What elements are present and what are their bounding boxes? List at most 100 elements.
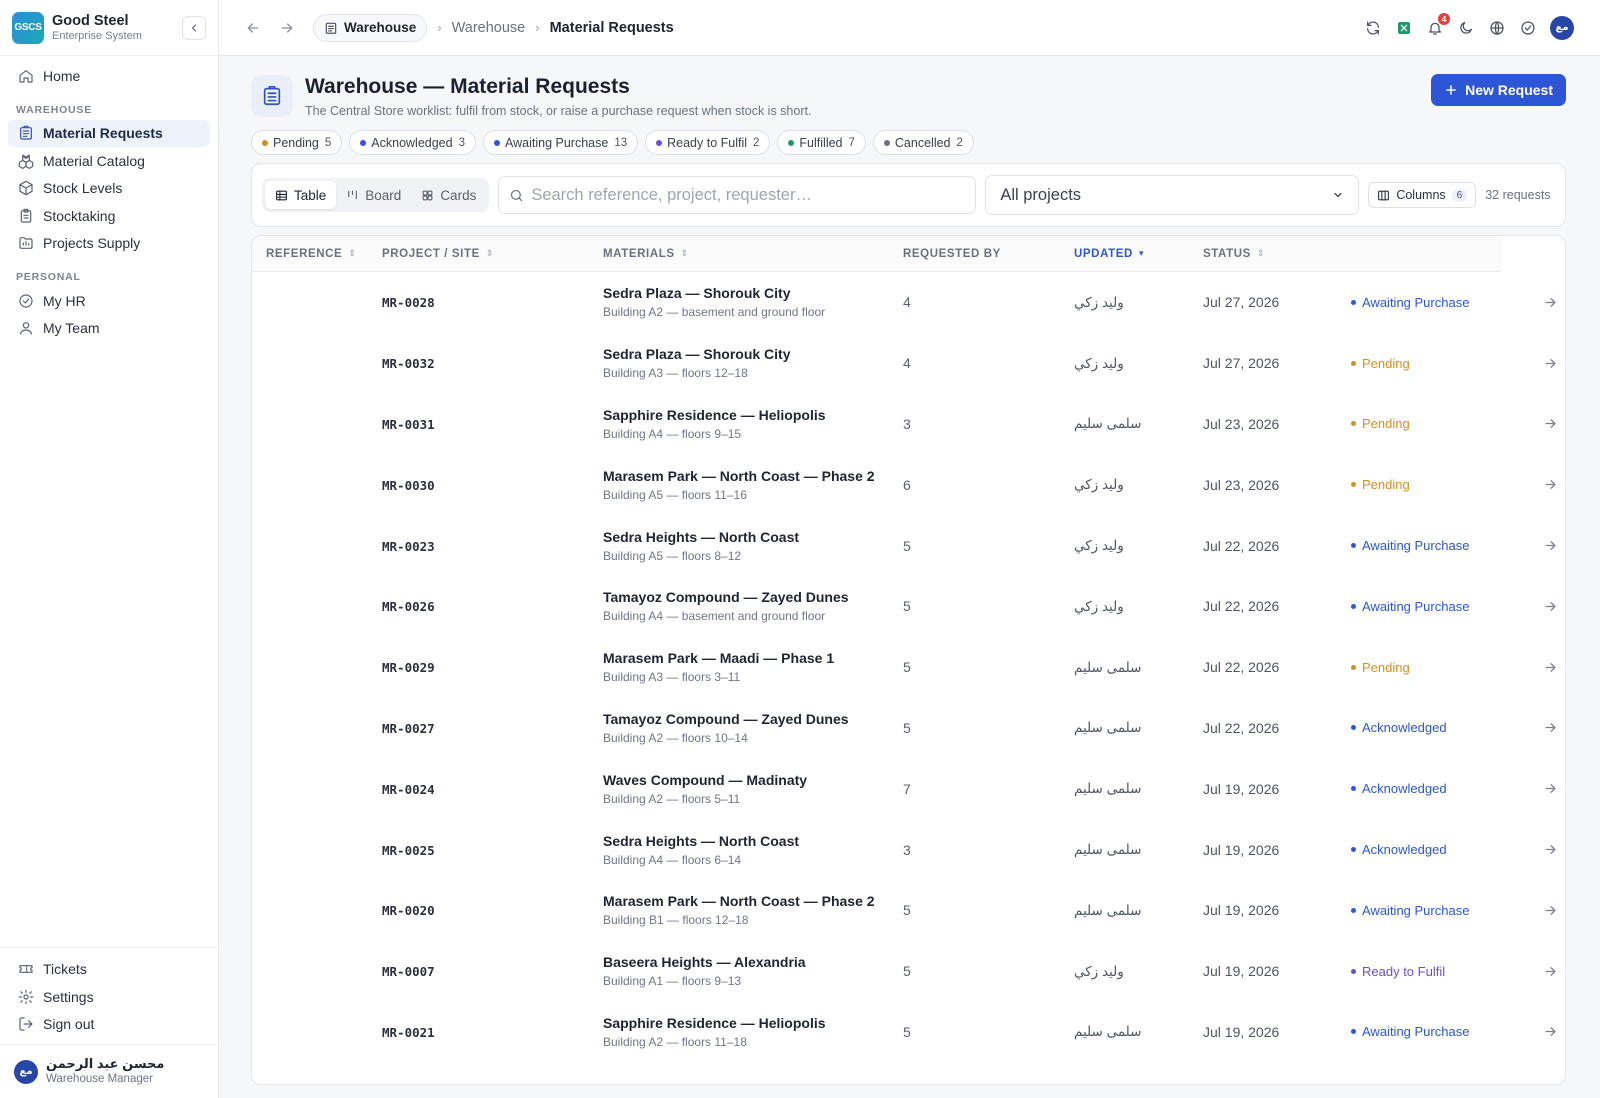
chip-acknowledged[interactable]: Acknowledged 3	[349, 130, 476, 155]
updated-date: Jul 19, 2026	[1203, 1023, 1280, 1040]
arrow-right-icon[interactable]	[1541, 1023, 1559, 1041]
reference-code[interactable]: MR-0031	[382, 417, 435, 432]
status-dot	[1351, 847, 1356, 853]
cell-open	[1499, 719, 1559, 737]
project-site: Building A3 — floors 3–11	[603, 670, 741, 685]
column-header-reference[interactable]: REFERENCE ⇕	[252, 248, 382, 260]
reference-code[interactable]: MR-0027	[382, 721, 435, 736]
table-row[interactable]: MR-0029 Marasem Park — Maadi — Phase 1 Bui…	[252, 637, 1565, 698]
sidebar-item-my-team[interactable]: My Team	[8, 315, 210, 342]
forward-arrow-icon[interactable]	[279, 20, 295, 36]
sidebar-item-tickets[interactable]: Tickets	[8, 956, 210, 983]
reference-code[interactable]: MR-0025	[382, 843, 435, 858]
chip-ready-to-fulfil[interactable]: Ready to Fulfil 2	[645, 130, 771, 155]
sidebar-item-material-requests[interactable]: Material Requests	[8, 119, 210, 147]
sidebar-item-stock-levels[interactable]: Stock Levels	[8, 175, 210, 202]
globe-icon[interactable]	[1488, 19, 1506, 37]
arrow-right-icon[interactable]	[1541, 658, 1559, 676]
table-row[interactable]: MR-0021 Sapphire Residence — Heliopolis Bu…	[252, 1002, 1565, 1063]
sidebar-item-material-catalog[interactable]: Material Catalog	[8, 147, 210, 174]
project-filter-select[interactable]: All projects	[985, 175, 1360, 215]
breadcrumb-warehouse[interactable]: Warehouse	[452, 20, 526, 36]
search-input[interactable]	[531, 185, 966, 205]
reference-code[interactable]: MR-0029	[382, 660, 435, 675]
sheets-icon[interactable]	[1395, 19, 1413, 37]
chip-fulfilled[interactable]: Fulfilled 7	[777, 130, 866, 155]
column-header-updated[interactable]: UPDATED ▾	[1074, 248, 1203, 260]
reference-code[interactable]: MR-0024	[382, 782, 435, 797]
materials-count: 5	[903, 1023, 911, 1040]
reference-code[interactable]: MR-0028	[382, 295, 435, 310]
table-row[interactable]: MR-0030 Marasem Park — North Coast — Phas…	[252, 454, 1565, 515]
column-header-materials[interactable]: MATERIALS ⇕	[603, 248, 903, 260]
arrow-right-icon[interactable]	[1541, 354, 1559, 372]
avatar[interactable]: مع	[1550, 15, 1574, 40]
back-arrow-icon[interactable]	[245, 20, 261, 36]
cell-requested-by: وليد زكي	[1074, 294, 1203, 311]
status-badge: Awaiting Purchase	[1351, 295, 1499, 310]
table-row[interactable]: MR-0026 Tamayoz Compound — Zayed Dunes Bui…	[252, 576, 1565, 637]
status-badge: Awaiting Purchase	[1351, 538, 1499, 553]
view-cards-button[interactable]: Cards	[411, 181, 486, 209]
view-board-button[interactable]: Board	[336, 181, 411, 209]
cell-requested-by: سلمى سليم	[1074, 841, 1203, 858]
materials-count: 3	[903, 415, 911, 432]
new-request-button[interactable]: New Request	[1431, 74, 1566, 106]
arrow-right-icon[interactable]	[1541, 476, 1559, 494]
table-row[interactable]: MR-0023 Sedra Heights — North Coast Buildi…	[252, 515, 1565, 576]
cell-status: Pending	[1351, 356, 1499, 371]
reference-code[interactable]: MR-0032	[382, 356, 435, 371]
column-header-requested-by[interactable]: REQUESTED BY	[903, 248, 1074, 260]
sidebar-item-settings[interactable]: Settings	[8, 983, 210, 1010]
arrow-right-icon[interactable]	[1541, 780, 1559, 798]
chip-pending[interactable]: Pending 5	[251, 130, 343, 155]
current-user[interactable]: مع محسن عبد الرحمن Warehouse Manager	[0, 1044, 218, 1098]
arrow-right-icon[interactable]	[1541, 719, 1559, 737]
folder-icon	[18, 235, 34, 251]
table-row[interactable]: MR-0032 Sedra Plaza — Shorouk City Buildin…	[252, 333, 1565, 394]
view-table-button[interactable]: Table	[265, 181, 337, 209]
reference-code[interactable]: MR-0026	[382, 599, 435, 614]
chip-awaiting-purchase[interactable]: Awaiting Purchase 13	[483, 130, 639, 155]
chip-cancelled[interactable]: Cancelled 2	[872, 130, 974, 155]
column-header-status[interactable]: STATUS ⇕	[1203, 248, 1351, 260]
sidebar-item-sign-out[interactable]: Sign out	[8, 1011, 210, 1038]
column-header-project[interactable]: PROJECT / SITE ⇕	[382, 248, 603, 260]
sidebar-item-my-hr[interactable]: My HR	[8, 287, 210, 314]
table-row[interactable]: MR-0031 Sapphire Residence — Heliopolis Bu…	[252, 394, 1565, 455]
reference-code[interactable]: MR-0030	[382, 478, 435, 493]
cell-status: Awaiting Purchase	[1351, 295, 1499, 310]
arrow-right-icon[interactable]	[1541, 415, 1559, 433]
reference-code[interactable]: MR-0021	[382, 1025, 435, 1040]
arrow-right-icon[interactable]	[1541, 293, 1559, 311]
sidebar-item-home[interactable]: Home	[8, 62, 210, 89]
sidebar-item-projects-supply[interactable]: Projects Supply	[8, 230, 210, 257]
breadcrumb-module[interactable]: Warehouse	[313, 13, 428, 42]
check-circle-icon[interactable]	[1519, 19, 1537, 37]
sidebar-item-stocktaking[interactable]: Stocktaking	[8, 202, 210, 229]
refresh-icon[interactable]	[1364, 19, 1382, 37]
arrow-right-icon[interactable]	[1541, 901, 1559, 919]
reference-code[interactable]: MR-0007	[382, 964, 435, 979]
bell-icon[interactable]: 4	[1426, 12, 1450, 37]
requester-name: سلمى سليم	[1074, 659, 1142, 675]
reference-code[interactable]: MR-0020	[382, 903, 435, 918]
search-icon	[509, 188, 524, 203]
arrow-right-icon[interactable]	[1541, 597, 1559, 615]
table-row[interactable]: MR-0027 Tamayoz Compound — Zayed Dunes Bui…	[252, 698, 1565, 759]
updated-date: Jul 27, 2026	[1203, 294, 1280, 311]
table-row[interactable]: Arkan Gardens — Heliopolis	[252, 1062, 1565, 1084]
table-row[interactable]: MR-0020 Marasem Park — North Coast — Phas…	[252, 880, 1565, 941]
reference-code[interactable]: MR-0023	[382, 539, 435, 554]
table-row[interactable]: MR-0025 Sedra Heights — North Coast Buildi…	[252, 819, 1565, 880]
table-row[interactable]: MR-0024 Waves Compound — Madinaty Building…	[252, 758, 1565, 819]
table-row[interactable]: MR-0007 Baseera Heights — Alexandria Build…	[252, 941, 1565, 1002]
moon-icon[interactable]	[1457, 19, 1475, 37]
arrow-right-icon[interactable]	[1541, 841, 1559, 859]
arrow-right-icon[interactable]	[1541, 537, 1559, 555]
arrow-right-icon[interactable]	[1541, 962, 1559, 980]
table-row[interactable]: MR-0028 Sedra Plaza — Shorouk City Buildin…	[252, 272, 1565, 333]
collapse-sidebar-button[interactable]	[182, 15, 206, 40]
columns-button[interactable]: Columns 6	[1368, 182, 1477, 208]
brand-logo[interactable]: GSCS	[12, 11, 44, 44]
